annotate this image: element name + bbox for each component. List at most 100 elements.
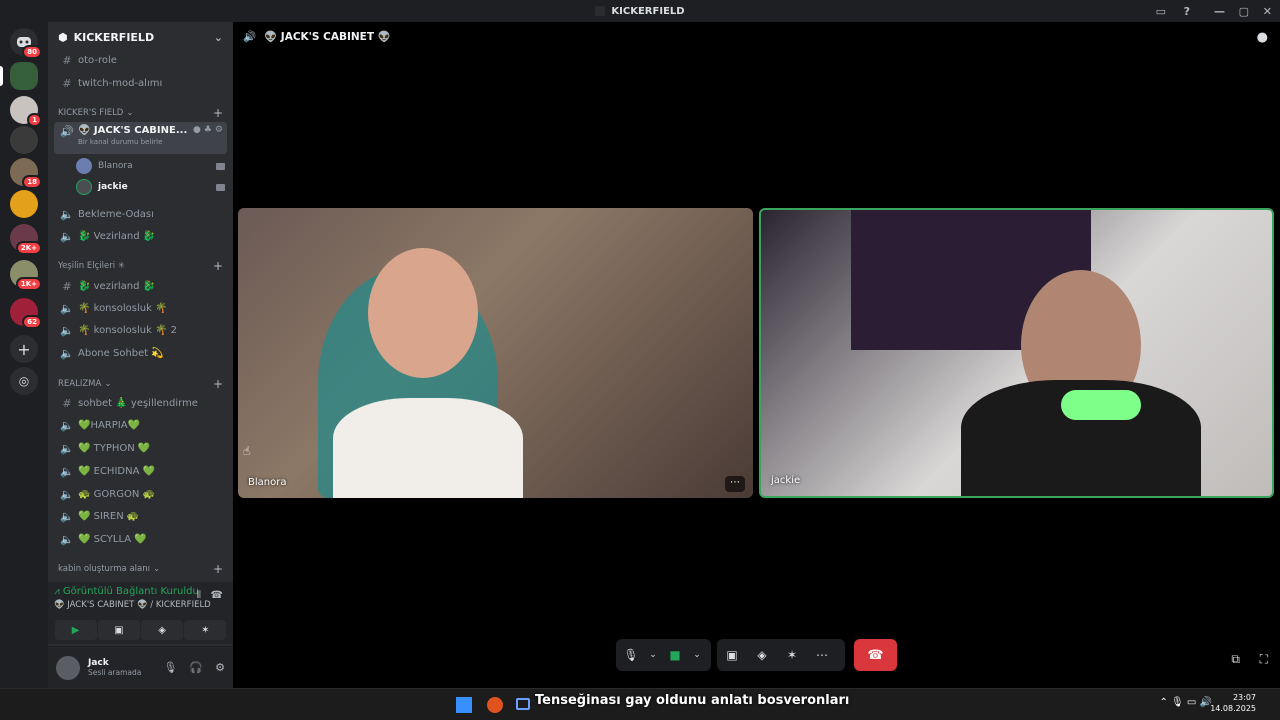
- speaker-icon: 🔈: [60, 418, 74, 432]
- add-channel-icon[interactable]: +: [213, 259, 223, 273]
- speaker-icon: 🔈: [60, 532, 74, 546]
- soundboard-button[interactable]: ✶: [184, 620, 227, 640]
- chevron-down-icon: ⌄: [126, 108, 134, 118]
- server-icon[interactable]: 1K+: [10, 260, 42, 291]
- chat-icon[interactable]: ●: [193, 125, 201, 135]
- category-kickers-field[interactable]: KICKER'S FIELD ⌄ +: [58, 106, 223, 120]
- end-call-button[interactable]: ☎: [854, 639, 897, 671]
- server-header[interactable]: ⬢ KICKERFIELD ⌄: [48, 22, 233, 52]
- chevron-down-icon[interactable]: ⌄: [646, 650, 660, 660]
- server-icon-kickerfield[interactable]: [0, 62, 38, 90]
- hash-icon: #: [62, 76, 72, 90]
- chevron-down-icon: ⌄: [104, 379, 112, 389]
- stage-title: 👽 JACK'S CABINET 👽: [264, 31, 391, 43]
- microphone-frame: [1061, 390, 1141, 420]
- server-icon[interactable]: [10, 126, 38, 154]
- chat-icon[interactable]: ●: [1257, 30, 1268, 45]
- video-tile-blanora[interactable]: Blanora ⋯: [238, 208, 753, 498]
- camera-button[interactable]: ▶: [54, 620, 97, 640]
- pop-out-icon[interactable]: ⧉: [1231, 652, 1240, 667]
- speaker-icon: 🔈: [60, 229, 74, 243]
- unread-badge: 80: [22, 45, 42, 59]
- discover-icon[interactable]: ◎: [10, 367, 38, 395]
- channel-sohbet[interactable]: # sohbet 🎄 yeşillendirme: [54, 393, 227, 413]
- fullscreen-icon[interactable]: ⛶: [1260, 652, 1268, 667]
- video-tile-jackie[interactable]: jackie: [759, 208, 1274, 498]
- username: Jack: [88, 658, 109, 668]
- connection-actions: ▶ ▣ ◈ ✶: [48, 616, 233, 644]
- category-yesilin-elcileri[interactable]: Yeşilin Elçileri ✳ +: [58, 259, 223, 273]
- voice-user-blanora[interactable]: Blanora: [76, 156, 225, 176]
- server-icon[interactable]: 1: [10, 96, 42, 127]
- category-realizma[interactable]: REALIZMA ⌄ +: [58, 377, 223, 391]
- add-channel-icon[interactable]: +: [213, 562, 223, 576]
- clock[interactable]: 23:07 14.08.2025: [1210, 692, 1256, 714]
- more-options-icon[interactable]: ⋯: [725, 476, 745, 492]
- browser-icon[interactable]: [487, 697, 503, 713]
- video-frame: [333, 398, 523, 498]
- voice-user-jackie[interactable]: jackie: [76, 177, 225, 197]
- minimize-button[interactable]: —: [1214, 0, 1225, 22]
- voice-channel[interactable]: 🔈 💚 TYPHON 💚: [54, 438, 227, 458]
- add-member-icon[interactable]: ♣: [204, 125, 212, 135]
- voice-channel[interactable]: 🔈 🐉 Vezirland 🐉: [54, 226, 227, 246]
- voice-channel-jacks-cabinet[interactable]: 🔊 👽 JACK'S CABINE... Bir kanal durumu be…: [54, 122, 227, 154]
- gear-icon[interactable]: ⚙: [215, 125, 223, 135]
- add-server-icon[interactable]: +: [10, 335, 38, 363]
- voice-channel[interactable]: 🔈 🌴 konsolosluk 🌴 2: [54, 320, 227, 340]
- system-tray-icons[interactable]: ⌃ 🎙 ▭ 🔊: [1159, 697, 1212, 708]
- add-channel-icon[interactable]: +: [213, 106, 223, 120]
- disconnect-icon[interactable]: ☎: [211, 590, 223, 601]
- activity-button[interactable]: ◈: [747, 648, 777, 662]
- maximize-button[interactable]: ▢: [1239, 0, 1249, 22]
- hash-icon: #: [62, 53, 72, 67]
- server-icon[interactable]: 2K+: [10, 224, 42, 255]
- activity-button[interactable]: ◈: [141, 620, 184, 640]
- start-button[interactable]: [456, 697, 472, 713]
- noise-suppression-icon[interactable]: ⦀: [197, 590, 201, 601]
- connection-channel[interactable]: 👽 JACK'S CABINET 👽 / KICKERFIELD: [54, 600, 227, 610]
- channel-twitch-mod[interactable]: # twitch-mod-alımı: [54, 73, 227, 93]
- av-controls: 🎙 ⌄ ■ ⌄: [616, 639, 711, 671]
- help-icon[interactable]: ?: [1184, 0, 1190, 22]
- close-button[interactable]: ✕: [1263, 0, 1272, 22]
- inbox-icon[interactable]: ▭: [1156, 0, 1166, 22]
- headphones-icon[interactable]: 🎧: [189, 661, 203, 674]
- screen-share-button[interactable]: ▣: [97, 620, 140, 640]
- voice-channel[interactable]: 🔈 💚 SIREN 🐢: [54, 506, 227, 526]
- microphone-icon[interactable]: 🎙: [163, 661, 177, 674]
- avatar[interactable]: [56, 655, 80, 680]
- server-icon[interactable]: [10, 190, 38, 218]
- voice-channel[interactable]: 🔈 💚 SCYLLA 💚: [54, 529, 227, 549]
- add-channel-icon[interactable]: +: [213, 377, 223, 391]
- title-bar: KICKERFIELD ▭ ? — ▢ ✕: [0, 0, 1280, 22]
- channel-oto-role[interactable]: # oto-role: [54, 50, 227, 70]
- connection-status[interactable]: Görüntülü Bağlantı Kuruldu: [63, 586, 199, 597]
- microphone-button[interactable]: 🎙: [616, 648, 646, 662]
- speaker-icon: 🔈: [60, 323, 74, 337]
- server-icon[interactable]: 62: [10, 298, 42, 329]
- channel-vezirland[interactable]: # 🐉 vezirland 🐉: [54, 276, 227, 296]
- chevron-down-icon[interactable]: ⌄: [690, 650, 704, 660]
- voice-channel[interactable]: 🔈 💚 ECHIDNA 💚: [54, 461, 227, 481]
- voice-channel[interactable]: 🔈 💚HARPIA💚: [54, 415, 227, 435]
- direct-messages-button[interactable]: 80: [10, 28, 42, 59]
- voice-channel[interactable]: 🔈 Abone Sohbet 💫: [54, 343, 227, 363]
- camera-button[interactable]: ■: [660, 648, 690, 662]
- channel-sidebar: ⬢ KICKERFIELD ⌄ # oto-role # twitch-mod-al…: [48, 22, 233, 688]
- unread-badge: 62: [22, 315, 42, 329]
- voice-channel[interactable]: 🔈 🐢 GORGON 🐢: [54, 484, 227, 504]
- user-panel: Jack Sesli aramada 🎙 🎧 ⚙: [48, 646, 233, 688]
- more-icon[interactable]: ⋯: [807, 648, 837, 662]
- soundboard-button[interactable]: ✶: [777, 648, 807, 662]
- category-kabin[interactable]: kabin oluşturma alanı ⌄ +: [58, 562, 223, 576]
- screen-share-button[interactable]: ▣: [717, 648, 747, 662]
- channel-status[interactable]: Bir kanal durumu belirle: [78, 138, 193, 146]
- voice-channel[interactable]: 🔈 🌴 konsolosluk 🌴: [54, 298, 227, 318]
- server-icon[interactable]: 18: [10, 158, 42, 189]
- video-stage: 🔊 👽 JACK'S CABINET 👽 ● Blanora ⋯ jackie …: [233, 22, 1280, 688]
- gear-icon[interactable]: ⚙: [215, 661, 225, 674]
- speaker-icon: 🔈: [60, 464, 74, 478]
- voice-channel[interactable]: 🔈 Bekleme-Odası: [54, 204, 227, 224]
- desktop-icon[interactable]: [516, 698, 530, 710]
